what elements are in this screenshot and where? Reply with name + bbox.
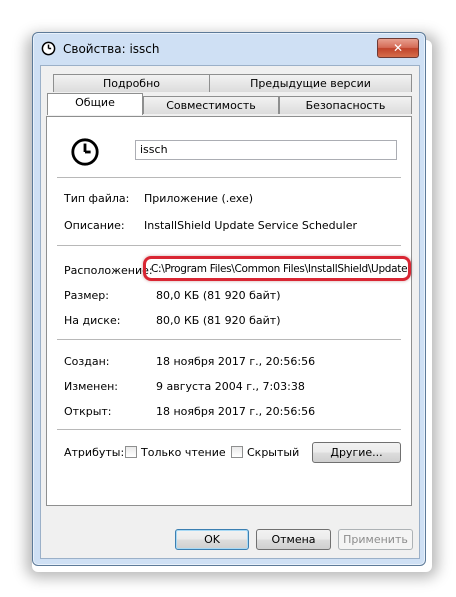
advanced-button[interactable]: Другие... (312, 442, 401, 463)
button-label: Отмена (271, 533, 316, 546)
close-button[interactable]: ✕ (377, 38, 419, 58)
properties-dialog: Свойства: issch ✕ Подробно Предыдущие ве… (32, 32, 426, 566)
cancel-button[interactable]: Отмена (256, 529, 331, 550)
modified-value: 9 августа 2004 г., 7:03:38 (156, 380, 305, 393)
hidden-label[interactable]: Скрытый (247, 446, 299, 459)
button-label: Применить (343, 533, 408, 546)
apply-button[interactable]: Применить (338, 529, 413, 550)
title-bar[interactable]: Свойства: issch ✕ (33, 33, 425, 63)
disk-size-label: На диске: (64, 314, 121, 327)
description-value: InstallShield Update Service Scheduler (144, 219, 357, 232)
tab-previous-versions[interactable]: Предыдущие версии (209, 74, 412, 92)
opened-value: 18 ноября 2017 г., 20:56:56 (156, 405, 316, 418)
disk-size-value: 80,0 КБ (81 920 байт) (156, 314, 281, 327)
modified-label: Изменен: (64, 380, 119, 393)
opened-label: Открыт: (64, 405, 112, 418)
readonly-checkbox[interactable] (125, 446, 137, 458)
hidden-checkbox[interactable] (231, 446, 243, 458)
file-name-value: issch (140, 143, 168, 156)
clock-icon (71, 138, 99, 166)
created-value: 18 ноября 2017 г., 20:56:56 (156, 355, 316, 368)
divider (57, 245, 401, 246)
ok-button[interactable]: OK (175, 529, 249, 550)
file-type-label: Тип файла: (64, 192, 130, 205)
file-type-value: Приложение (.exe) (144, 192, 254, 205)
clock-icon (41, 41, 56, 56)
file-name-field[interactable]: issch (135, 140, 397, 160)
tab-label: Подробно (102, 77, 161, 90)
location-value[interactable]: C:\Program Files\Common Files\InstallShi… (151, 263, 408, 275)
tab-label: Предыдущие версии (250, 77, 371, 90)
tab-label: Безопасность (305, 99, 386, 112)
tab-compatibility[interactable]: Совместимость (143, 96, 279, 114)
size-value: 80,0 КБ (81 920 байт) (156, 289, 281, 302)
location-label: Расположение: (64, 264, 153, 277)
tab-security[interactable]: Безопасность (279, 96, 412, 114)
created-label: Создан: (64, 355, 110, 368)
size-label: Размер: (64, 289, 109, 302)
window-title: Свойства: issch (63, 42, 160, 56)
close-icon: ✕ (392, 41, 404, 55)
readonly-label[interactable]: Только чтение (141, 446, 226, 459)
attributes-label: Атрибуты: (64, 446, 125, 459)
button-label: OK (204, 533, 220, 546)
divider (57, 177, 401, 178)
tab-general[interactable]: Общие (47, 93, 143, 115)
dialog-content: Подробно Предыдущие версии Общие Совмест… (40, 65, 420, 559)
divider (57, 429, 401, 430)
general-tab-panel: issch Тип файла: Приложение (.exe) Описа… (46, 116, 412, 506)
tab-label: Общие (75, 96, 115, 109)
description-label: Описание: (64, 219, 125, 232)
tab-label: Совместимость (166, 99, 256, 112)
tab-details[interactable]: Подробно (53, 74, 210, 92)
divider (57, 339, 401, 340)
button-label: Другие... (330, 446, 383, 459)
